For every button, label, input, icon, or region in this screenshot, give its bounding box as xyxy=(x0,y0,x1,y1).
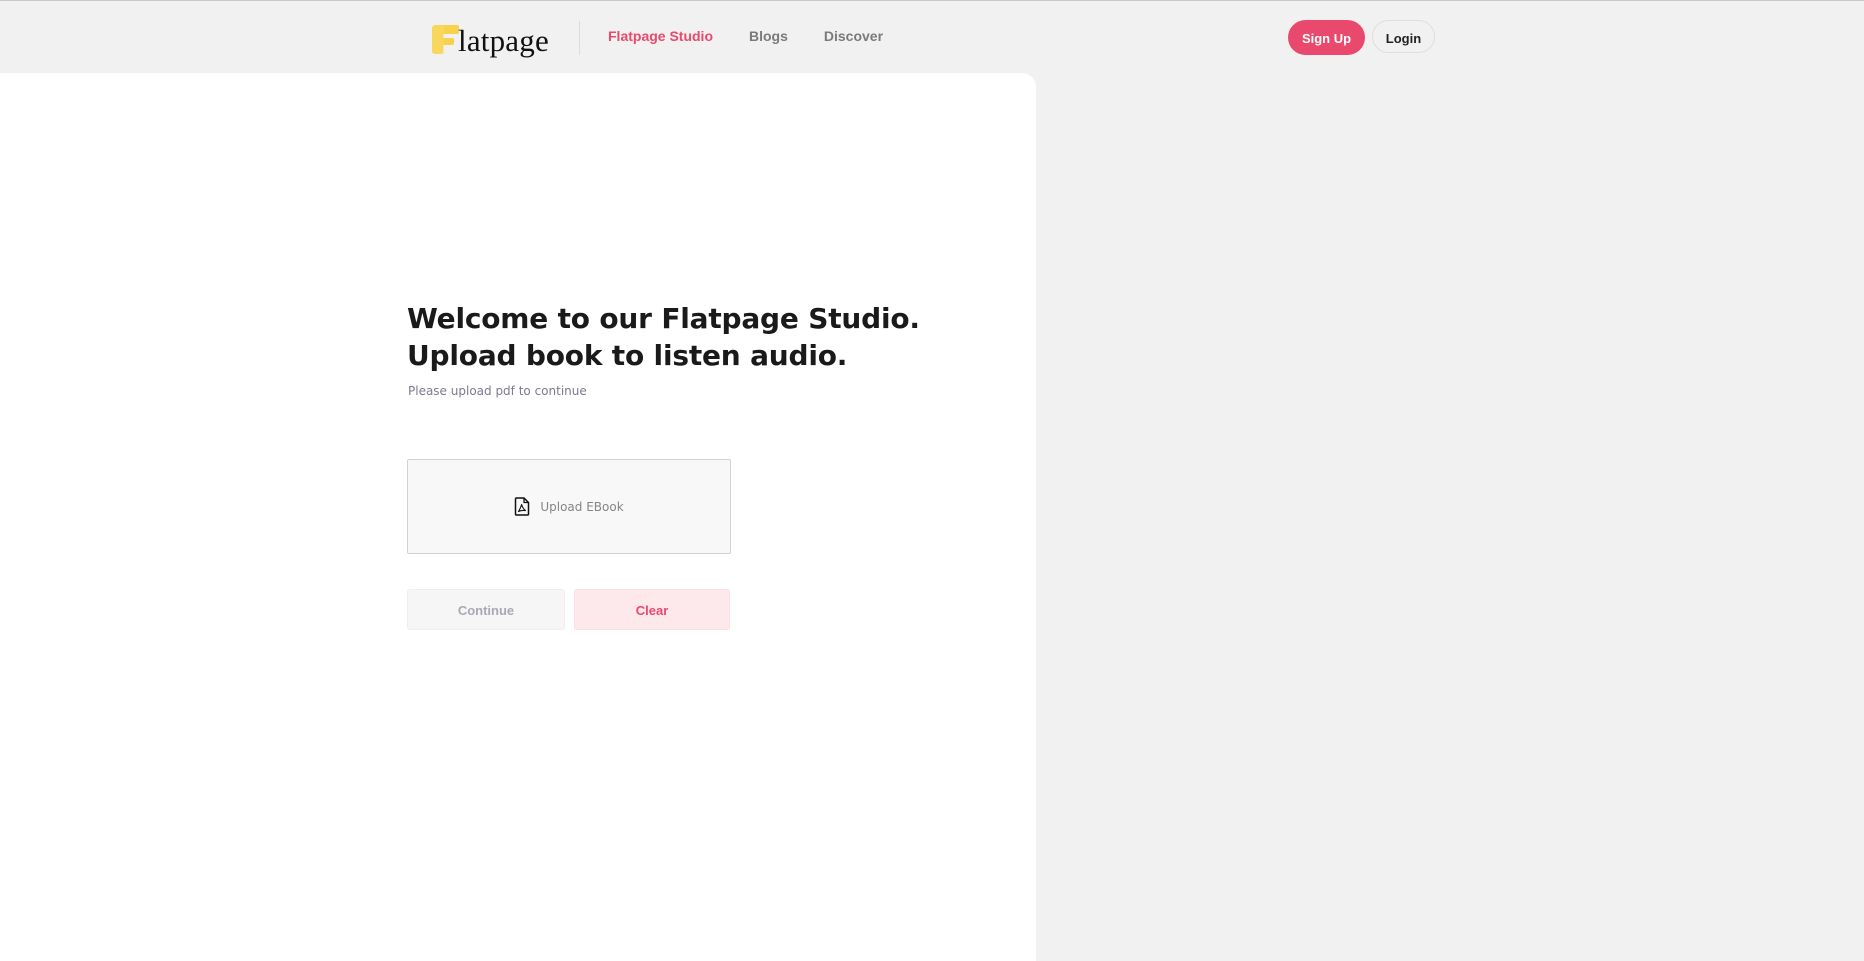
top-navbar: latpage Flatpage Studio Blogs Discover S… xyxy=(0,1,1864,73)
main-nav: Flatpage Studio Blogs Discover xyxy=(608,26,883,46)
upload-ebook-label: Upload EBook xyxy=(540,499,624,514)
nav-divider xyxy=(579,21,580,55)
clear-button[interactable]: Clear xyxy=(574,589,730,630)
page-title-line-1: Welcome to our Flatpage Studio. xyxy=(407,302,920,335)
page-title: Welcome to our Flatpage Studio. Upload b… xyxy=(407,300,920,374)
flatpage-logo[interactable]: latpage xyxy=(430,19,549,59)
nav-link-blogs[interactable]: Blogs xyxy=(749,26,788,46)
sign-up-button[interactable]: Sign Up xyxy=(1288,20,1365,55)
pdf-file-icon xyxy=(514,497,530,516)
upload-instruction: Please upload pdf to continue xyxy=(408,384,587,398)
nav-link-discover[interactable]: Discover xyxy=(824,26,883,46)
continue-button[interactable]: Continue xyxy=(407,589,565,630)
upload-ebook-dropzone[interactable]: Upload EBook xyxy=(407,459,731,554)
right-empty-pane xyxy=(1036,73,1864,961)
upload-ebook-content: Upload EBook xyxy=(514,497,624,516)
logo-wordmark: latpage xyxy=(458,22,549,58)
flatpage-logo-icon xyxy=(430,23,460,55)
page-title-line-2: Upload book to listen audio. xyxy=(407,339,848,372)
login-button[interactable]: Login xyxy=(1372,20,1435,53)
nav-link-flatpage-studio[interactable]: Flatpage Studio xyxy=(608,26,713,46)
